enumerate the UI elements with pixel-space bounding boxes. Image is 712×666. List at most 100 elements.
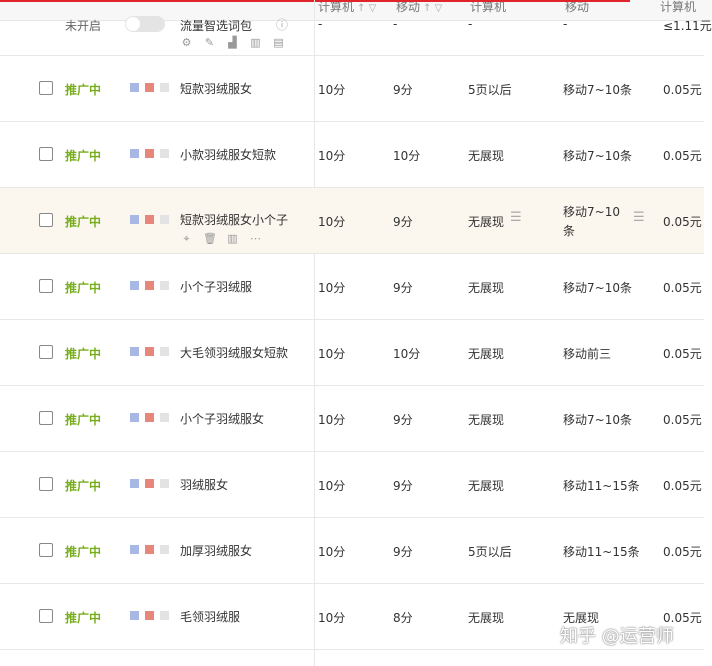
- mobile-device-icon: [145, 215, 154, 224]
- mobile-rank-value: 10分: [393, 347, 421, 361]
- row-checkbox[interactable]: [39, 345, 53, 359]
- mobile-device-icon: [145, 149, 154, 158]
- mobile-rank-value: 10分: [393, 149, 421, 163]
- status-label: 推广中: [65, 413, 102, 427]
- table-row: 推广中 加厚羽绒服女 10分 9分 5页以后 移动11~15条 0.05元: [0, 518, 704, 584]
- other-device-icon: [160, 347, 169, 356]
- mobile-position-value: 移动11~15条: [563, 479, 640, 493]
- mobile-position-value: 移动7~10条: [563, 281, 632, 295]
- mobile-device-icon: [145, 413, 154, 422]
- pc-rank-value: -: [318, 17, 323, 31]
- header-pc-position: 计算机: [470, 0, 507, 14]
- pc-rank-value: 10分: [318, 479, 346, 493]
- row-checkbox[interactable]: [39, 477, 53, 491]
- pc-position-value: 无展现: [468, 479, 505, 493]
- price-value: 0.05元: [663, 413, 702, 427]
- keyword-text: 加厚羽绒服女: [180, 544, 253, 558]
- other-device-icon: [160, 611, 169, 620]
- mobile-rank-value: 9分: [393, 215, 413, 229]
- table-header: 计算机 ↑ ▽ 移动 ↑ ▽ 计算机 移动 计算机: [0, 0, 712, 21]
- pc-device-icon: [130, 347, 139, 356]
- other-device-icon: [160, 83, 169, 92]
- mobile-device-icon: [145, 611, 154, 620]
- row-checkbox[interactable]: [39, 81, 53, 95]
- keyword-text: 小款羽绒服女短款: [180, 148, 277, 162]
- pc-rank-value: 10分: [318, 347, 346, 361]
- mobile-device-icon: [145, 83, 154, 92]
- row-checkbox[interactable]: [39, 279, 53, 293]
- pc-position-value: 无展现: [468, 347, 505, 361]
- header-pc-rank[interactable]: 计算机 ↑ ▽: [318, 0, 376, 20]
- pc-device-icon: [130, 83, 139, 92]
- sort-filter-icon[interactable]: ↑ ▽: [357, 3, 376, 14]
- status-toggle[interactable]: [125, 16, 165, 32]
- pc-rank-value: 10分: [318, 545, 346, 559]
- price-value: 0.05元: [663, 215, 702, 229]
- bar-chart-icon[interactable]: ▥: [226, 232, 239, 245]
- pc-device-icon: [130, 215, 139, 224]
- other-device-icon: [160, 545, 169, 554]
- table-row: 推广中 短款羽绒服女小个子 10分 9分 无展现 移动7~10 条 0.05元 ☰ ☰ ⌖ 🗑 ▥…: [0, 188, 704, 254]
- target-icon[interactable]: ⌖: [180, 232, 193, 245]
- mobile-rank-value: 9分: [393, 413, 413, 427]
- status-label: 推广中: [65, 83, 102, 97]
- pc-device-icon: [130, 611, 139, 620]
- rank-detail-icon[interactable]: ☰: [510, 210, 522, 225]
- pc-position-value: 无展现: [468, 215, 505, 229]
- price-value: 0.05元: [663, 479, 702, 493]
- table-row: 推广中 大毛领羽绒服女短款 10分 10分 无展现 移动前三 0.05元: [0, 320, 704, 386]
- keyword-text: 羽绒服女: [180, 478, 229, 492]
- pc-rank-value: 10分: [318, 611, 346, 625]
- table-row: 推广中 小款羽绒服女短款 10分 10分 无展现 移动7~10条 0.05元: [0, 122, 704, 188]
- row-checkbox[interactable]: [39, 411, 53, 425]
- more-icon[interactable]: ⋯: [249, 232, 262, 245]
- row-checkbox[interactable]: [39, 609, 53, 623]
- status-label: 推广中: [65, 215, 102, 229]
- other-device-icon: [160, 479, 169, 488]
- pc-rank-value: 10分: [318, 83, 346, 97]
- status-label: 推广中: [65, 545, 102, 559]
- row-checkbox[interactable]: [39, 213, 53, 227]
- keyword-text: 小个子羽绒服: [180, 280, 253, 294]
- top-accent-line: [0, 0, 630, 2]
- mobile-position-value: 移动7~10条: [563, 83, 632, 97]
- row-checkbox[interactable]: [39, 147, 53, 161]
- price-value: 0.05元: [663, 83, 702, 97]
- mobile-position-value-cont: 条: [563, 224, 576, 238]
- mobile-device-icon: [145, 545, 154, 554]
- help-icon[interactable]: ⓘ: [276, 16, 288, 33]
- mobile-rank-value: 8分: [393, 611, 413, 625]
- mobile-position-value: -: [563, 17, 568, 31]
- status-label: 推广中: [65, 149, 102, 163]
- keyword-text: 小个子羽绒服女: [180, 412, 265, 426]
- gear-icon[interactable]: ⚙: [180, 36, 193, 49]
- trend-chart-icon[interactable]: ▟: [226, 36, 239, 49]
- pc-device-icon: [130, 149, 139, 158]
- rank-detail-icon[interactable]: ☰: [633, 210, 645, 225]
- trash-icon[interactable]: 🗑: [203, 232, 217, 245]
- pc-position-value: 无展现: [468, 281, 505, 295]
- price-value: 0.05元: [663, 347, 702, 361]
- pc-position-value: 5页以后: [468, 83, 512, 97]
- status-label: 推广中: [65, 347, 102, 361]
- bar-chart-icon[interactable]: ▥: [249, 36, 262, 49]
- sort-filter-icon[interactable]: ↑ ▽: [423, 3, 442, 14]
- table-row: 推广中 羽绒服女 10分 9分 无展现 移动11~15条 0.05元: [0, 452, 704, 518]
- pc-position-value: 无展现: [468, 149, 505, 163]
- mobile-rank-value: 9分: [393, 281, 413, 295]
- mobile-device-icon: [145, 281, 154, 290]
- header-mobile-rank[interactable]: 移动 ↑ ▽: [396, 0, 442, 20]
- row-checkbox[interactable]: [39, 543, 53, 557]
- mobile-rank-value: 9分: [393, 479, 413, 493]
- price-value: 0.05元: [663, 281, 702, 295]
- wrench-icon[interactable]: ✎: [203, 36, 216, 49]
- mobile-position-value: 移动前三: [563, 347, 612, 361]
- mobile-position-value: 移动7~10条: [563, 149, 632, 163]
- pc-position-value: 无展现: [468, 611, 505, 625]
- clipboard-icon[interactable]: ▤: [272, 36, 285, 49]
- pc-rank-value: 10分: [318, 215, 346, 229]
- mobile-rank-value: 9分: [393, 545, 413, 559]
- header-mobile-rank-label: 移动: [396, 0, 421, 14]
- pc-device-icon: [130, 281, 139, 290]
- mobile-device-icon: [145, 347, 154, 356]
